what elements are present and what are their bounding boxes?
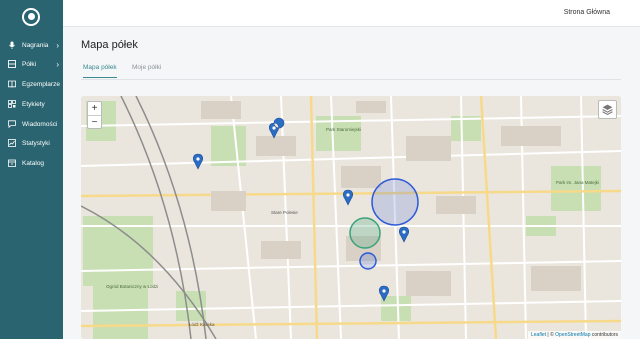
top-bar: Strona Główna — [63, 0, 640, 27]
sidebar-item-egzemplarze[interactable]: Egzemplarze — [0, 76, 63, 92]
tab-mapa-polek[interactable]: Mapa półek — [83, 64, 117, 78]
sidebar: Nagrania › Półki › Egzemplarze Etykiety … — [0, 0, 63, 339]
osm-link[interactable]: OpenStreetMap — [555, 332, 590, 338]
sidebar-item-wiadomosci[interactable]: Wiadomości — [0, 116, 63, 132]
message-icon — [8, 120, 16, 128]
shelf-area-circle[interactable] — [359, 252, 377, 270]
app-logo[interactable] — [22, 8, 40, 26]
sidebar-item-katalog[interactable]: Katalog — [0, 155, 63, 171]
qr-code-icon — [8, 100, 16, 108]
map-attribution: Leaflet | © OpenStreetMap contributors — [528, 331, 621, 339]
sidebar-item-nagrania[interactable]: Nagrania › — [0, 37, 63, 53]
sidebar-item-polki[interactable]: Półki › — [0, 56, 63, 72]
leaflet-link[interactable]: Leaflet — [531, 332, 546, 338]
tab-moje-polki[interactable]: Moje półki — [132, 64, 161, 77]
sidebar-item-label: Katalog — [22, 159, 45, 167]
tab-bar: Mapa półek Moje półki — [81, 60, 621, 80]
sidebar-item-etykiety[interactable]: Etykiety — [0, 96, 63, 112]
sidebar-item-label: Nagrania — [22, 41, 49, 49]
sidebar-item-label: Egzemplarze — [22, 80, 60, 88]
page-title: Mapa półek — [81, 39, 138, 51]
zoom-control: + − — [87, 101, 102, 129]
map-label: Łódź Kaliska — [189, 322, 215, 327]
map-label: Ogród Botaniczny w Łodzi — [106, 284, 158, 289]
chevron-right-icon: › — [56, 40, 59, 50]
zoom-out-button[interactable]: − — [88, 115, 101, 128]
layers-icon — [602, 104, 613, 116]
sidebar-item-label: Statystyki — [22, 139, 50, 147]
chevron-right-icon: › — [56, 59, 59, 69]
zoom-in-button[interactable]: + — [88, 102, 101, 115]
map-view[interactable]: Park Staromiejski Ogród Botaniczny w Łod… — [81, 96, 621, 339]
shelf-area-circle[interactable] — [349, 217, 381, 249]
shelf-icon — [8, 60, 16, 68]
map-tiles[interactable]: Park Staromiejski Ogród Botaniczny w Łod… — [81, 96, 621, 339]
home-link[interactable]: Strona Główna — [564, 9, 610, 16]
layers-button[interactable] — [598, 100, 617, 119]
sidebar-item-label: Wiadomości — [22, 120, 58, 128]
chart-icon — [8, 139, 16, 147]
map-label: Stare Polesie — [271, 210, 298, 215]
attribution-suffix: contributors — [590, 332, 618, 338]
microphone-icon — [8, 41, 16, 49]
sidebar-item-label: Półki — [22, 60, 37, 68]
sidebar-item-statystyki[interactable]: Statystyki — [0, 135, 63, 151]
sidebar-item-label: Etykiety — [22, 100, 45, 108]
map-label: Park Staromiejski — [326, 127, 361, 132]
shelf-area-circle[interactable] — [371, 178, 419, 226]
attribution-separator: | © — [546, 332, 556, 338]
book-icon — [8, 80, 16, 88]
map-label: Park im. Jana Matejki — [556, 180, 599, 185]
catalog-icon — [8, 159, 16, 167]
